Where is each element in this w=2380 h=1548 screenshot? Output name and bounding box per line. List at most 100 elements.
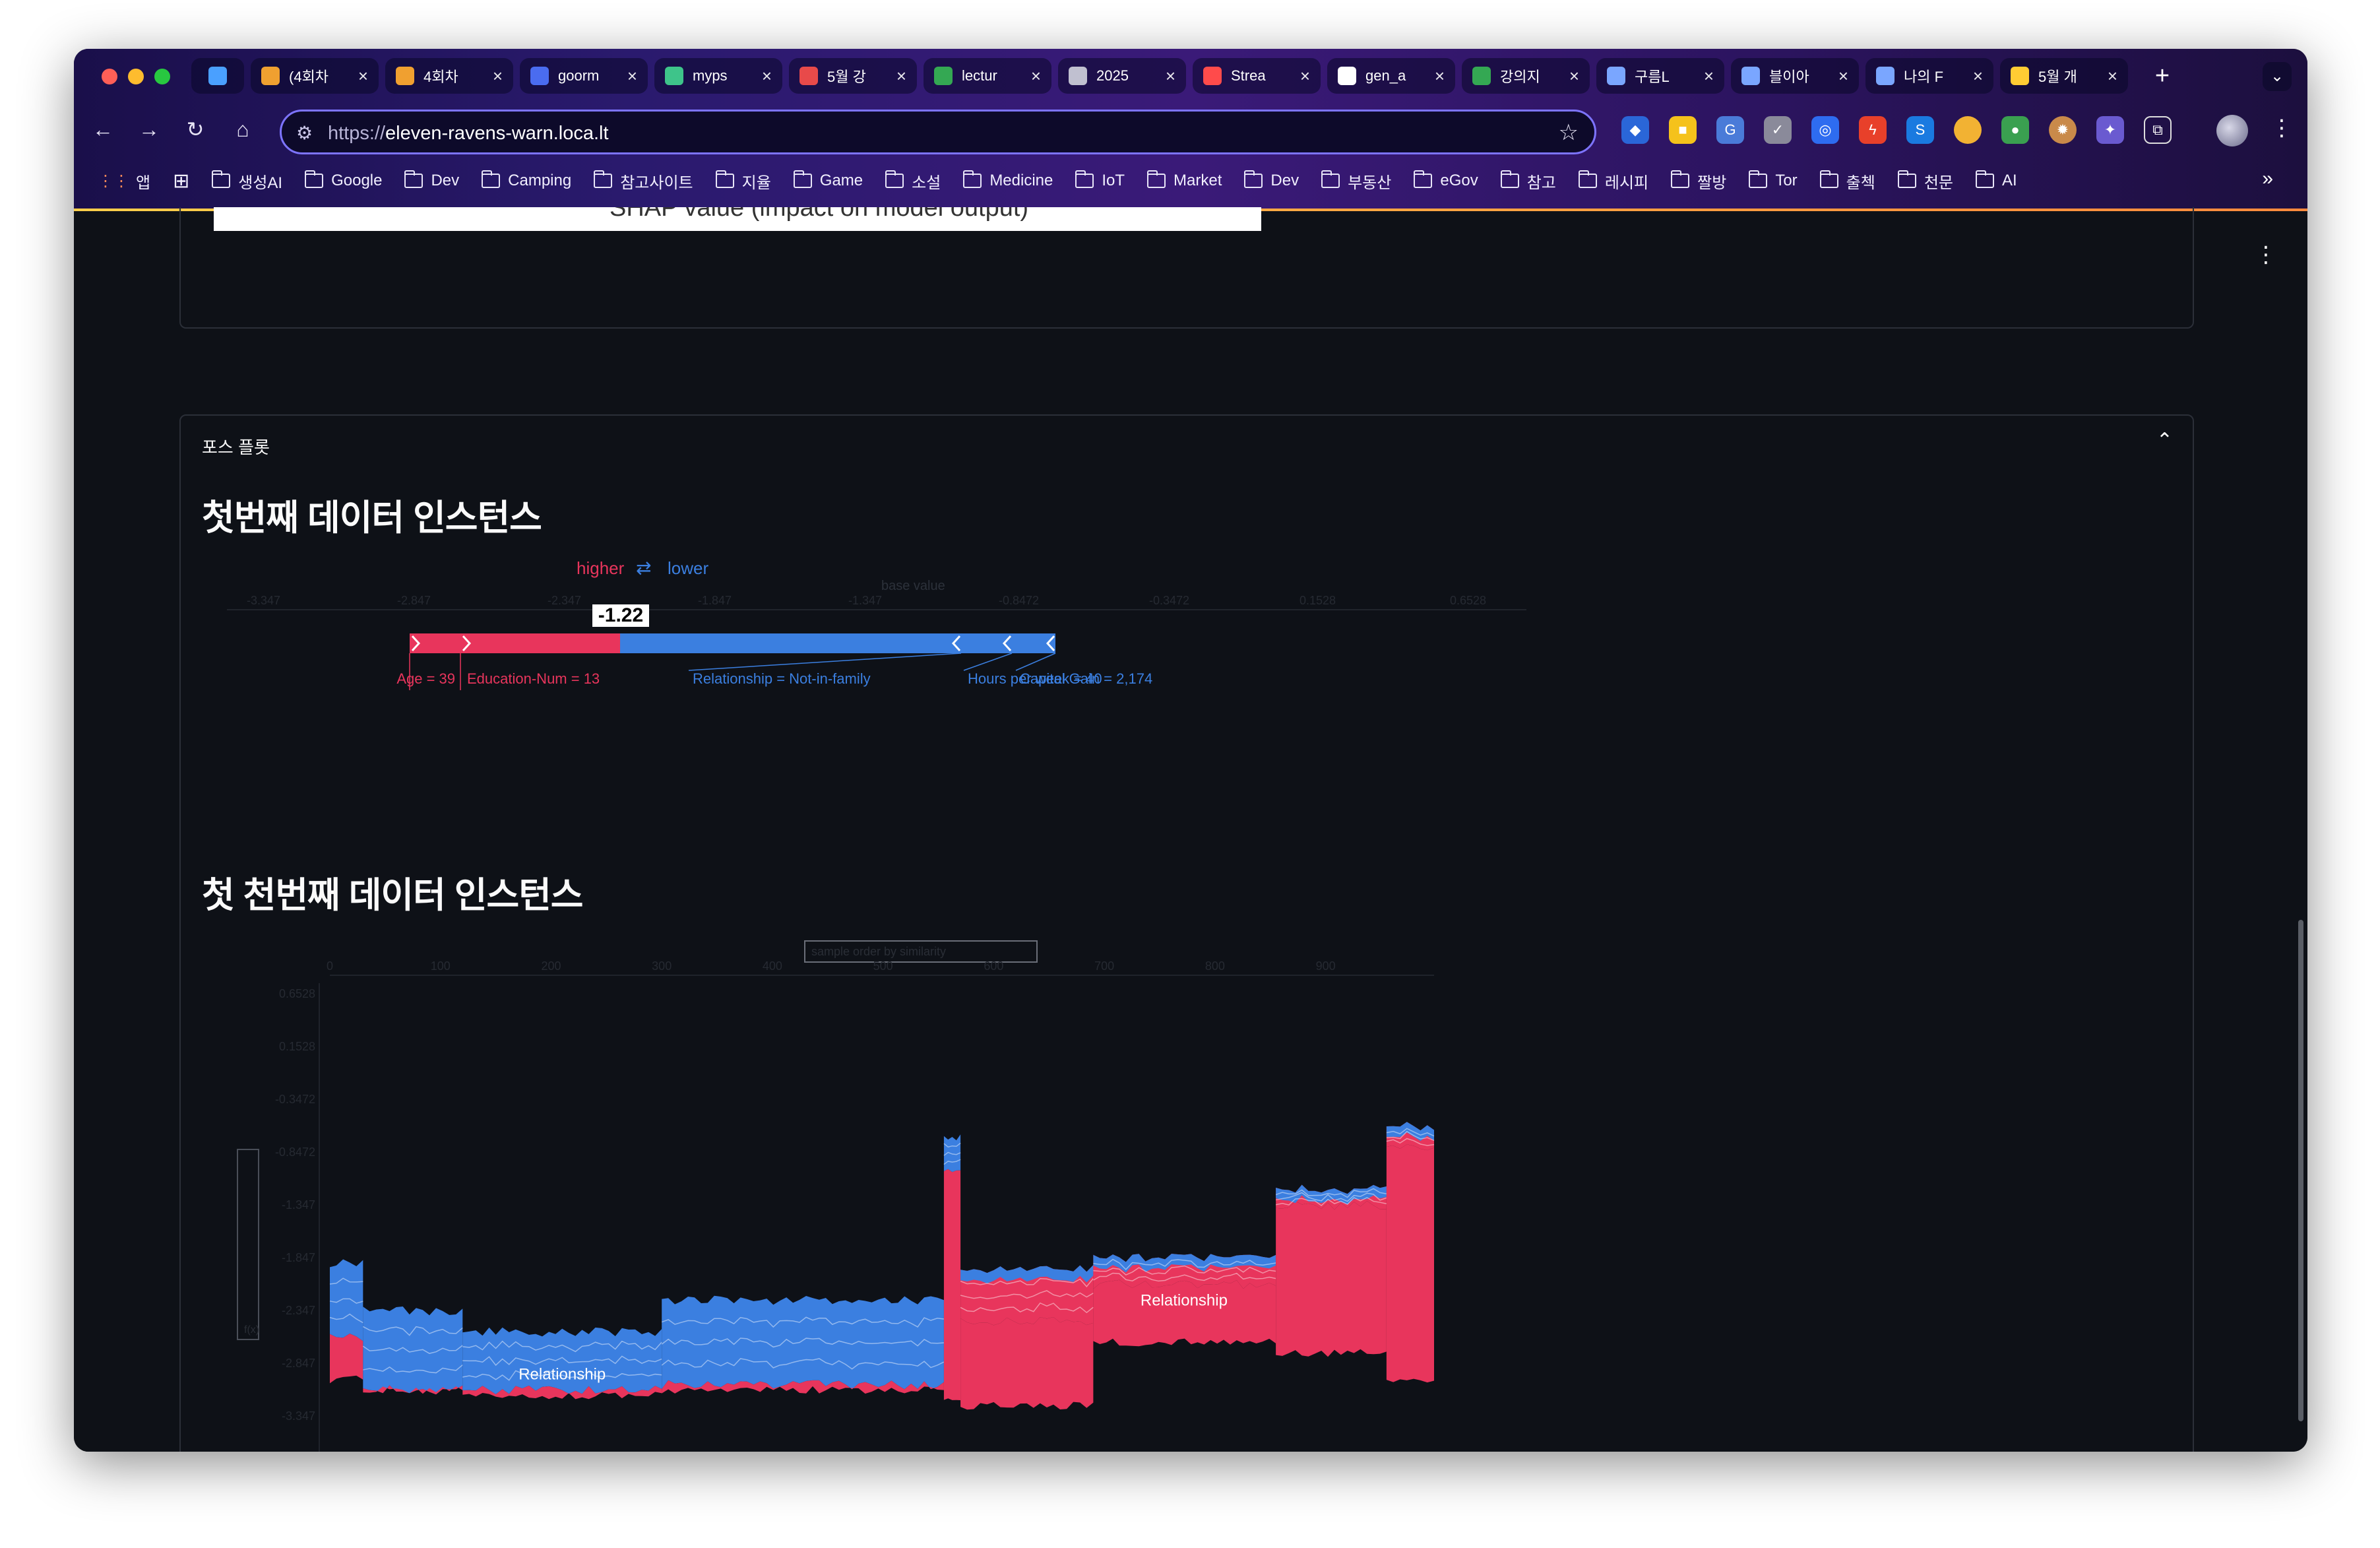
- record-extension-icon[interactable]: ●: [2001, 116, 2029, 144]
- drive-icon: [1472, 67, 1491, 85]
- bookmark-9[interactable]: 소설: [885, 170, 941, 193]
- close-tab-icon[interactable]: ×: [627, 66, 637, 86]
- flash-extension-icon[interactable]: ϟ: [1859, 116, 1887, 144]
- close-tab-icon[interactable]: ×: [762, 66, 772, 86]
- close-tab-icon[interactable]: ×: [358, 66, 368, 86]
- zoom-window-button[interactable]: [154, 69, 170, 84]
- close-tab-icon[interactable]: ×: [1166, 66, 1175, 86]
- tab-8[interactable]: Strea ×: [1193, 58, 1321, 94]
- tab-13[interactable]: 나의 F ×: [1865, 58, 1993, 94]
- cookie-extension-icon[interactable]: ✹: [2049, 116, 2077, 144]
- shield-extension-icon[interactable]: ✓: [1764, 116, 1792, 144]
- bookmarks-overflow-icon[interactable]: »: [2262, 168, 2273, 190]
- reload-button[interactable]: ↻: [181, 115, 210, 144]
- notes-extension-icon[interactable]: ■: [1669, 116, 1697, 144]
- bookmark-19[interactable]: Tor: [1749, 170, 1798, 190]
- bookmark-16[interactable]: 참고: [1500, 170, 1556, 193]
- expander-label[interactable]: 포스 플롯: [202, 434, 270, 459]
- bookmark-3[interactable]: Google: [305, 170, 383, 190]
- close-tab-icon[interactable]: ×: [1300, 66, 1310, 86]
- apps-grid-icon: ⋮⋮: [98, 172, 129, 190]
- tab-1[interactable]: (4회차 ×: [251, 58, 379, 94]
- legend-lower: lower: [668, 558, 708, 578]
- minimize-window-button[interactable]: [128, 69, 144, 84]
- search-extension-icon[interactable]: ◎: [1811, 116, 1839, 144]
- tab-9[interactable]: gen_a ×: [1327, 58, 1455, 94]
- stacked-positive-area: [1386, 1144, 1434, 1383]
- close-tab-icon[interactable]: ×: [493, 66, 503, 86]
- tab-groups-icon: ⊞: [173, 170, 190, 192]
- bookmark-10[interactable]: Medicine: [963, 170, 1053, 190]
- tab-title: myps: [693, 67, 728, 84]
- browser-menu-icon[interactable]: ⋮: [2270, 115, 2293, 141]
- close-tab-icon[interactable]: ×: [1838, 66, 1848, 86]
- tab-5[interactable]: 5월 강 ×: [789, 58, 917, 94]
- close-window-button[interactable]: [102, 69, 117, 84]
- tab-title: 구름L: [1635, 69, 1670, 85]
- bookmark-4[interactable]: Dev: [404, 170, 459, 190]
- bookmark-label: AI: [2002, 172, 2017, 189]
- translate-extension-icon[interactable]: G: [1716, 116, 1744, 144]
- force-plot-expander: 포스 플롯 ⌃ 첫번째 데이터 인스턴스 higher ⇄ lower base…: [179, 414, 2194, 1452]
- globe-extension-icon[interactable]: ✦: [2096, 116, 2124, 144]
- bookmark-20[interactable]: 출첵: [1819, 170, 1875, 193]
- bookmark-18[interactable]: 짤방: [1671, 170, 1726, 193]
- profile-avatar[interactable]: [2216, 115, 2248, 146]
- force-tick-label: -1.347: [848, 594, 882, 607]
- bookmark-0[interactable]: ⋮⋮ 앱: [98, 170, 150, 193]
- bookmark-label: Market: [1174, 172, 1222, 189]
- tab-2[interactable]: 4회차 ×: [385, 58, 513, 94]
- bookmark-label: 참고사이트: [620, 174, 693, 192]
- url-text[interactable]: https://eleven-ravens-warn.loca.lt: [328, 123, 609, 145]
- tab-11[interactable]: 구름L ×: [1596, 58, 1724, 94]
- bookmark-6[interactable]: 참고사이트: [594, 170, 693, 193]
- bookmark-14[interactable]: 부동산: [1321, 170, 1391, 193]
- close-tab-icon[interactable]: ×: [896, 66, 906, 86]
- new-tab-button[interactable]: +: [2149, 63, 2176, 90]
- address-bar[interactable]: ⚙ https://eleven-ravens-warn.loca.lt ☆: [280, 110, 1596, 154]
- bookmark-22[interactable]: AI: [1976, 170, 2017, 190]
- tab-0[interactable]: [191, 58, 244, 94]
- tab-14[interactable]: 5월 개 ×: [2000, 58, 2128, 94]
- tab-6[interactable]: lectur ×: [924, 58, 1051, 94]
- tab-7[interactable]: 2025 ×: [1058, 58, 1186, 94]
- stacked-negative-area: [330, 1259, 363, 1341]
- close-tab-icon[interactable]: ×: [1569, 66, 1579, 86]
- force-negative-bar: [620, 633, 961, 653]
- bookmark-7[interactable]: 지율: [715, 170, 771, 193]
- close-tab-icon[interactable]: ×: [1031, 66, 1041, 86]
- back-button[interactable]: ←: [88, 115, 117, 144]
- tab-3[interactable]: goorm ×: [520, 58, 648, 94]
- forward-button[interactable]: →: [135, 115, 164, 144]
- close-tab-icon[interactable]: ×: [2108, 66, 2117, 86]
- bookmark-label: Google: [331, 172, 383, 189]
- s-extension-icon[interactable]: S: [1906, 116, 1934, 144]
- circle-extension-icon[interactable]: [1954, 116, 1982, 144]
- site-info-icon[interactable]: ⚙: [296, 122, 313, 144]
- bookmark-15[interactable]: eGov: [1414, 170, 1478, 190]
- tab-10[interactable]: 강의지 ×: [1462, 58, 1590, 94]
- app-menu-icon[interactable]: ⋮: [2255, 242, 2277, 268]
- bookmark-1[interactable]: ⊞: [173, 170, 189, 193]
- bookmark-star-icon[interactable]: ☆: [1559, 119, 1579, 146]
- tab-search-button[interactable]: ⌄: [2263, 62, 2292, 91]
- bookmark-11[interactable]: IoT: [1075, 170, 1125, 190]
- bookmark-13[interactable]: Dev: [1244, 170, 1299, 190]
- close-tab-icon[interactable]: ×: [1435, 66, 1445, 86]
- tab-12[interactable]: 블이아 ×: [1731, 58, 1859, 94]
- close-tab-icon[interactable]: ×: [1973, 66, 1983, 86]
- bookmark-17[interactable]: 레시피: [1578, 170, 1648, 193]
- bookmark-12[interactable]: Market: [1147, 170, 1222, 190]
- close-tab-icon[interactable]: ×: [1704, 66, 1714, 86]
- page-scrollbar[interactable]: [2298, 920, 2303, 1421]
- bookmark-5[interactable]: Camping: [482, 170, 571, 190]
- home-button[interactable]: ⌂: [228, 115, 257, 144]
- chevron-up-icon[interactable]: ⌃: [2156, 429, 2173, 452]
- puzzle-extensions-icon[interactable]: ⧉: [2144, 116, 2172, 144]
- bookmark-2[interactable]: 생성AI: [212, 170, 282, 193]
- bookmark-8[interactable]: Game: [793, 170, 863, 190]
- gem-extension-icon[interactable]: ◆: [1621, 116, 1649, 144]
- bookmark-21[interactable]: 천문: [1897, 170, 1953, 193]
- tab-4[interactable]: myps ×: [654, 58, 782, 94]
- output-select[interactable]: [237, 1149, 259, 1340]
